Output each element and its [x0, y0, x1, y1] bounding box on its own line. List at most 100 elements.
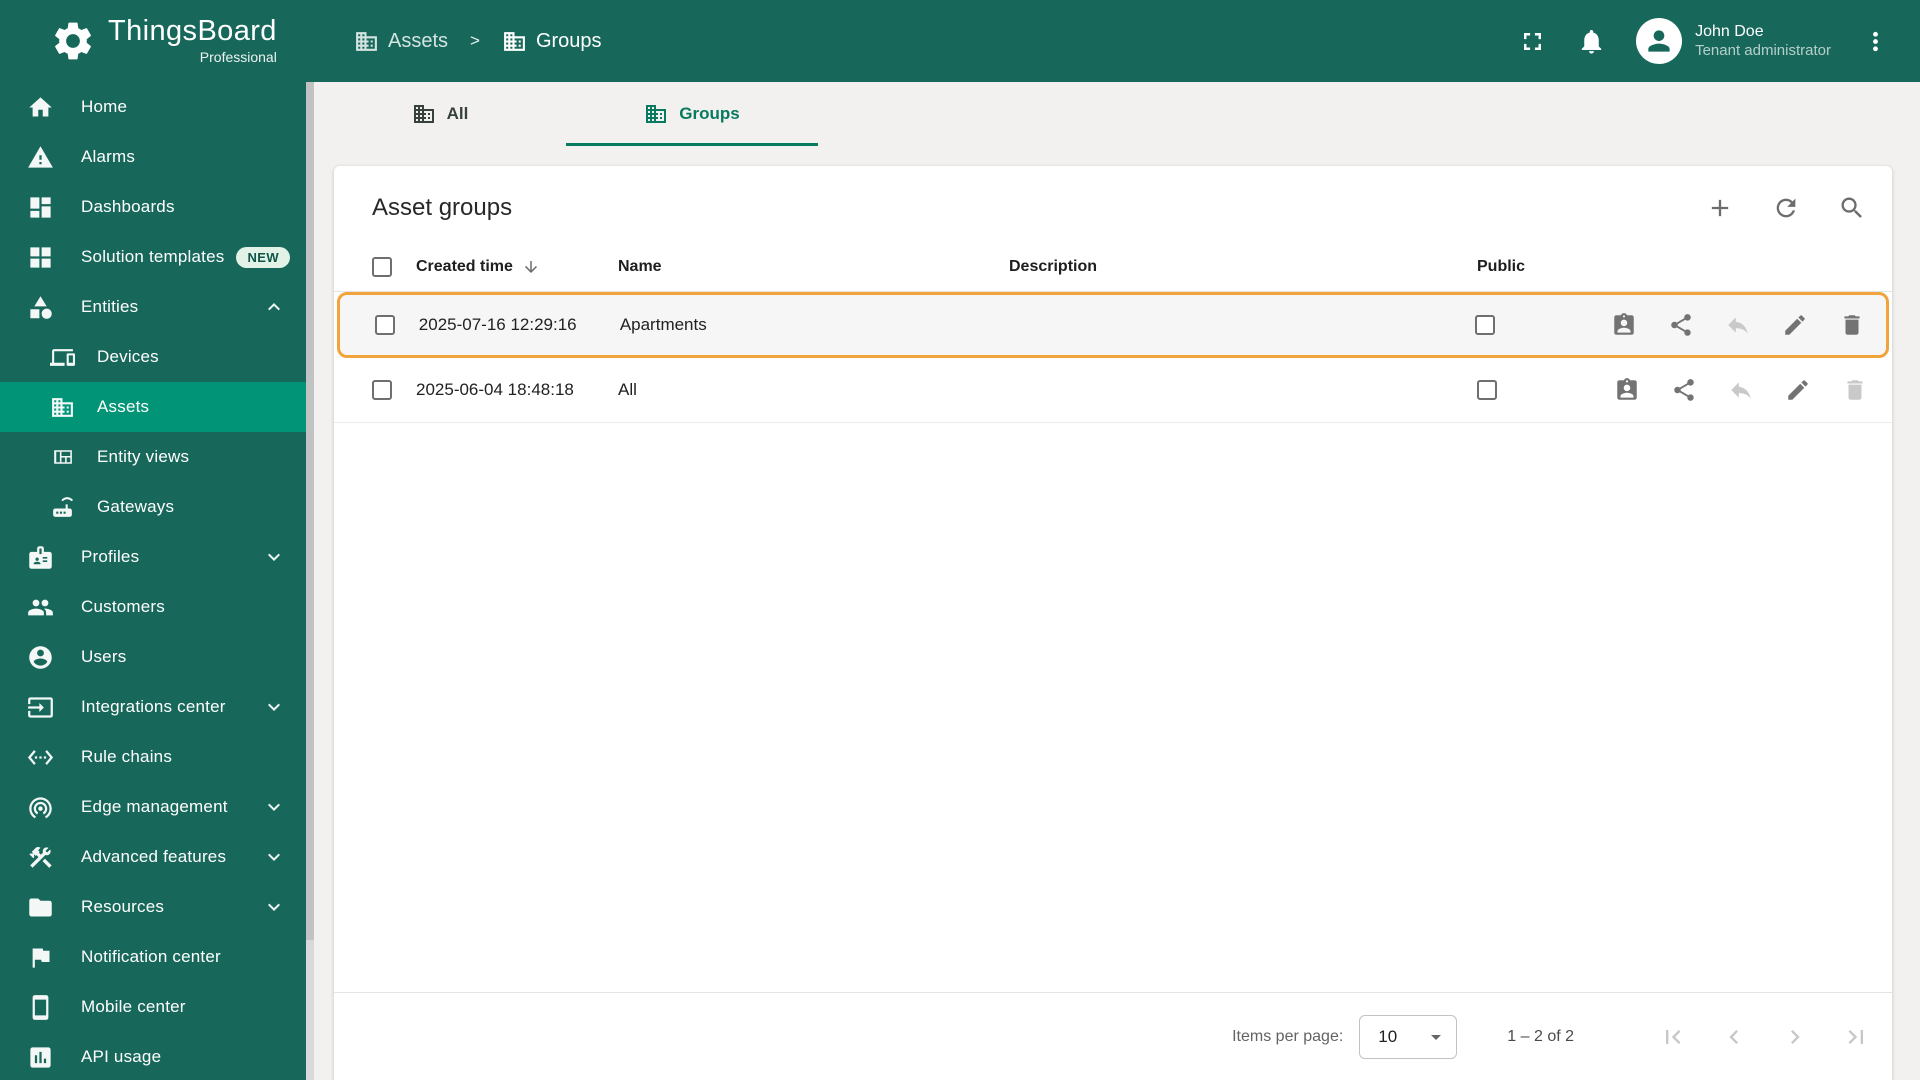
sidebar-item-api-usage[interactable]: API usage — [0, 1032, 314, 1080]
person-icon — [1643, 25, 1675, 57]
sidebar-item-devices[interactable]: Devices — [0, 332, 314, 382]
make-private-button — [1725, 312, 1751, 338]
building-icon — [50, 395, 75, 420]
delete-trash-icon — [1839, 312, 1865, 338]
assets-building-icon — [354, 29, 379, 54]
sidebar-item-gateways[interactable]: Gateways — [0, 482, 314, 532]
sidebar-item-label: API usage — [81, 1047, 162, 1066]
public-checkbox[interactable] — [1477, 380, 1497, 400]
group-users-button[interactable] — [1614, 377, 1640, 403]
sidebar-item-label: Alarms — [81, 147, 136, 166]
column-name[interactable]: Name — [618, 258, 662, 276]
smartphone-icon — [27, 994, 54, 1021]
user-name: John Doe — [1695, 22, 1764, 40]
public-checkbox[interactable] — [1474, 315, 1495, 335]
row-checkbox[interactable] — [372, 380, 392, 400]
sidebar-item-solution-templates[interactable]: Solution templates NEW — [0, 232, 314, 282]
share-button[interactable] — [1671, 377, 1697, 403]
group-users-button[interactable] — [1611, 312, 1637, 338]
sidebar-item-label: Integrations center — [81, 697, 226, 716]
edit-pencil-icon — [1782, 312, 1808, 338]
tab-groups[interactable]: Groups — [566, 82, 818, 146]
sidebar-item-entities[interactable]: Entities — [0, 282, 314, 332]
chevron-down-icon — [262, 695, 286, 719]
avatar[interactable] — [1636, 18, 1683, 64]
make-private-button — [1728, 377, 1754, 403]
search-button[interactable] — [1838, 194, 1866, 222]
app-logo-text: ThingsBoard Professional — [108, 15, 277, 66]
sidebar-item-mobile-center[interactable]: Mobile center — [0, 982, 314, 1032]
sidebar-item-assets[interactable]: Assets — [0, 382, 314, 432]
sidebar-item-profiles[interactable]: Profiles — [0, 532, 314, 582]
items-per-page-select[interactable]: 10 — [1359, 1014, 1458, 1059]
bell-icon — [1577, 27, 1606, 56]
breadcrumb-groups[interactable]: Groups — [502, 29, 602, 54]
breadcrumb: Assets > Groups — [354, 29, 602, 54]
sidebar-item-customers[interactable]: Customers — [0, 582, 314, 632]
app-logo[interactable]: ThingsBoard Professional — [0, 17, 314, 65]
fullscreen-button[interactable] — [1518, 27, 1547, 56]
sidebar-item-resources[interactable]: Resources — [0, 882, 314, 932]
next-page-button — [1781, 1023, 1809, 1051]
breadcrumb-assets[interactable]: Assets — [354, 29, 448, 54]
cell-created-time: 2025-06-04 18:48:18 — [416, 380, 574, 399]
sidebar-item-label: Dashboards — [81, 197, 175, 216]
sidebar-item-notification-center[interactable]: Notification center — [0, 932, 314, 982]
more-vertical-icon — [1861, 27, 1890, 56]
add-group-button[interactable] — [1706, 194, 1734, 222]
sidebar-item-label: Mobile center — [81, 997, 186, 1016]
column-description[interactable]: Description — [1009, 258, 1097, 276]
ethernet-icon — [27, 744, 54, 771]
select-all-checkbox[interactable] — [372, 256, 392, 277]
share-button[interactable] — [1668, 312, 1694, 338]
refresh-button[interactable] — [1772, 194, 1800, 222]
sidebar-item-label: Gateways — [97, 497, 175, 516]
sidebar-item-edge-management[interactable]: Edge management — [0, 782, 314, 832]
sidebar-item-label: Entities — [81, 297, 139, 316]
sidebar-item-alarms[interactable]: Alarms — [0, 132, 314, 182]
delete-button — [1842, 377, 1868, 403]
column-public[interactable]: Public — [1477, 258, 1525, 276]
sort-descending-icon[interactable] — [522, 258, 540, 276]
sidebar-item-home[interactable]: Home — [0, 82, 314, 132]
grid-icon — [27, 244, 54, 271]
all-tab-building-icon — [412, 102, 436, 126]
user-menu-button[interactable] — [1861, 27, 1890, 56]
table-row-apartments[interactable]: 2025-07-16 12:29:16 Apartments — [337, 292, 1889, 358]
table-row-all[interactable]: 2025-06-04 18:48:18 All — [334, 358, 1892, 423]
sidebar-item-label: Notification center — [81, 947, 221, 966]
app-title: ThingsBoard — [108, 15, 277, 47]
delete-button[interactable] — [1839, 312, 1865, 338]
cell-created-time: 2025-07-16 12:29:16 — [418, 315, 577, 334]
home-icon — [27, 94, 54, 121]
sidebar-item-users[interactable]: Users — [0, 632, 314, 682]
badge-icon — [27, 544, 54, 571]
sidebar-item-advanced-features[interactable]: Advanced features — [0, 832, 314, 882]
sidebar-item-entity-views[interactable]: Entity views — [0, 432, 314, 482]
edit-button[interactable] — [1782, 312, 1808, 338]
sidebar-scrollbar[interactable] — [306, 82, 314, 1080]
sidebar-item-dashboards[interactable]: Dashboards — [0, 182, 314, 232]
cell-name: Apartments — [619, 315, 707, 334]
column-created-time[interactable]: Created time — [416, 258, 513, 276]
tab-all[interactable]: All — [314, 82, 566, 146]
sidebar-item-integrations-center[interactable]: Integrations center — [0, 682, 314, 732]
sidebar-item-label: Rule chains — [81, 747, 173, 766]
sidebar-item-rule-chains[interactable]: Rule chains — [0, 732, 314, 782]
notifications-button[interactable] — [1577, 27, 1606, 56]
edit-button[interactable] — [1785, 377, 1811, 403]
router-icon — [50, 495, 75, 520]
delete-trash-icon — [1842, 377, 1868, 403]
group-users-icon — [1611, 312, 1637, 338]
chevron-up-icon — [262, 295, 286, 319]
breadcrumb-assets-label: Assets — [388, 29, 449, 52]
sidebar-scrollbar-thumb[interactable] — [306, 82, 314, 941]
sidebar-item-label: Devices — [97, 347, 159, 366]
table-body: 2025-07-16 12:29:16 Apartments 2025-06-0… — [334, 292, 1892, 423]
fullscreen-icon — [1518, 27, 1547, 56]
row-checkbox[interactable] — [375, 315, 395, 335]
group-users-icon — [1614, 377, 1640, 403]
sidebar-item-label: Profiles — [81, 547, 140, 566]
first-page-button — [1659, 1023, 1687, 1051]
breadcrumb-separator: > — [470, 31, 480, 50]
